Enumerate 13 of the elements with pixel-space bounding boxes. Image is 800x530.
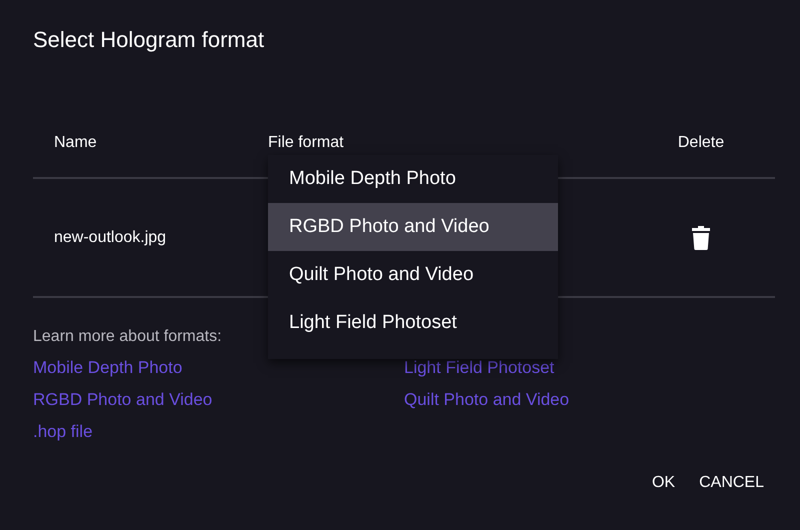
menu-item[interactable]: Mobile Depth Photo (268, 155, 558, 203)
menu-item[interactable]: RGBD Photo and Video (268, 203, 558, 251)
file-name: new-outlook.jpg (54, 228, 166, 246)
column-header: Delete (678, 134, 724, 152)
column-header: Name (54, 134, 97, 152)
dialog-button[interactable]: CANCEL (691, 466, 772, 500)
dialog-button[interactable]: OK (644, 466, 684, 500)
trash-icon[interactable] (691, 225, 711, 250)
dialog-title: Select Hologram format (33, 26, 264, 54)
learn-more-label: Learn more about formats: (33, 327, 222, 347)
menu-item[interactable]: Quilt Photo and Video (268, 251, 558, 299)
column-header: File format (268, 134, 344, 152)
menu-item[interactable]: Light Field Photoset (268, 299, 558, 347)
